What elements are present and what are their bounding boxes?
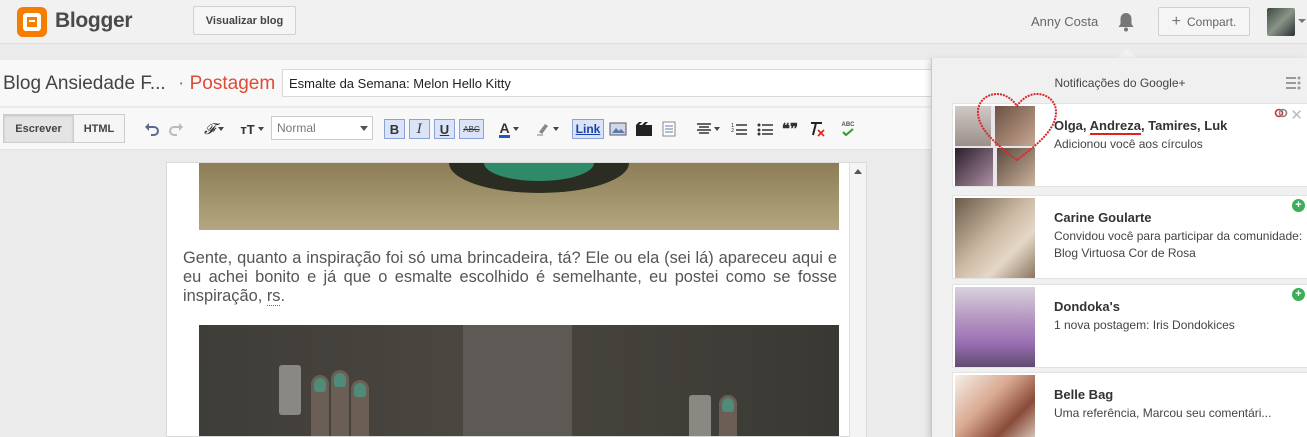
avatar[interactable] xyxy=(1267,8,1295,36)
nail-photo-bottom xyxy=(199,325,839,436)
insert-video-icon[interactable] xyxy=(635,119,653,139)
chevron-down-icon[interactable] xyxy=(1298,19,1306,23)
font-size-button[interactable]: тT xyxy=(236,119,268,139)
notification-name: Belle Bag xyxy=(1054,387,1114,402)
add-circle-icon[interactable]: + xyxy=(1292,199,1305,212)
heart-frame-icon xyxy=(976,92,1058,162)
blogger-logo-icon[interactable] xyxy=(17,7,47,37)
top-bar: Blogger Visualizar blog Anny Costa + Com… xyxy=(0,0,1307,44)
insert-image-icon[interactable] xyxy=(609,119,627,139)
bell-icon[interactable] xyxy=(1117,12,1135,32)
bold-button[interactable]: B xyxy=(384,119,405,139)
post-title-input[interactable] xyxy=(282,69,1002,97)
misspelled-word[interactable]: rs xyxy=(266,287,281,306)
notification-thumbnail xyxy=(955,198,1035,278)
text-color-button[interactable]: A xyxy=(494,119,524,139)
panel-pointer xyxy=(1117,48,1137,58)
font-icon: 𝓕 xyxy=(203,120,216,138)
notification-body: 1 nova postagem: Iris Dondokices xyxy=(1054,318,1235,332)
breadcrumb-separator: · xyxy=(178,73,185,94)
notification-thumbnail xyxy=(955,375,1035,437)
redo-icon[interactable] xyxy=(168,119,184,139)
jump-break-icon[interactable] xyxy=(661,119,677,139)
settings-list-icon[interactable] xyxy=(1286,76,1302,90)
user-name[interactable]: Anny Costa xyxy=(1031,14,1098,29)
link-button[interactable]: Link xyxy=(572,119,604,139)
notification-item[interactable]: Belle Bag Uma referência, Marcou seu com… xyxy=(952,372,1307,437)
quote-icon[interactable]: ❝❞ xyxy=(782,119,798,139)
notification-name: Carine Goularte xyxy=(1054,210,1152,225)
blog-name[interactable]: Blog Ansiedade F... xyxy=(3,73,166,95)
section-label: Postagem xyxy=(189,73,276,94)
breadcrumb-postagem: · Postagem xyxy=(178,73,275,95)
font-format-select[interactable]: Normal xyxy=(271,116,373,140)
notification-item[interactable]: Dondoka's 1 nova postagem: Iris Dondokic… xyxy=(952,284,1307,368)
close-icon[interactable]: ✕ xyxy=(1290,106,1303,124)
alignment-button[interactable] xyxy=(693,119,723,139)
plus-icon: + xyxy=(1171,12,1181,30)
remove-formatting-icon[interactable] xyxy=(808,119,826,139)
blogger-editor: Blogger Visualizar blog Anny Costa + Com… xyxy=(0,0,1307,437)
notifications-panel: Notificações do Google+ Olga, Andreza, T… xyxy=(931,58,1307,437)
highlighter-icon xyxy=(536,124,548,136)
highlight-color-button[interactable] xyxy=(532,119,562,139)
notification-body: Adicionou você aos círculos xyxy=(1054,137,1203,151)
write-mode-button[interactable]: Escrever xyxy=(3,114,74,143)
view-blog-button[interactable]: Visualizar blog xyxy=(193,6,296,35)
font-family-button[interactable]: 𝓕 xyxy=(198,119,230,139)
editor-scrollbar[interactable] xyxy=(849,163,866,437)
numbered-list-icon[interactable]: 12 xyxy=(731,119,747,139)
font-size-icon: тT xyxy=(240,121,255,137)
notification-thumbnail xyxy=(955,92,1058,186)
notification-thumbnail xyxy=(955,287,1035,367)
link-icon[interactable] xyxy=(1274,107,1288,119)
name-part-highlight: Andreza xyxy=(1089,118,1141,135)
add-circle-icon[interactable]: + xyxy=(1292,288,1305,301)
notification-item[interactable]: Carine Goularte Convidou você para parti… xyxy=(952,195,1307,279)
share-label: Compart. xyxy=(1186,14,1237,29)
notifications-title: Notificações do Google+ xyxy=(1054,76,1186,90)
scroll-up-icon[interactable] xyxy=(854,169,862,174)
notification-body: Uma referência, Marcou seu comentári... xyxy=(1054,406,1272,420)
body-text-end: . xyxy=(280,287,286,305)
share-button[interactable]: + Compart. xyxy=(1158,7,1250,36)
name-part: , Tamires, Luk xyxy=(1140,118,1228,133)
text-color-icon: A xyxy=(499,119,510,138)
align-icon xyxy=(696,123,711,134)
post-body-paragraph[interactable]: Gente, quanto a inspiração foi só uma br… xyxy=(183,249,837,306)
undo-icon[interactable] xyxy=(144,119,160,139)
notification-name: Dondoka's xyxy=(1054,299,1120,314)
bulleted-list-icon[interactable] xyxy=(757,119,773,139)
notification-name: Olga, Andreza, Tamires, Luk xyxy=(1054,118,1228,135)
italic-button[interactable]: I xyxy=(409,119,430,139)
notification-body: Convidou você para participar da comunid… xyxy=(1054,229,1303,260)
name-part: Olga, xyxy=(1054,118,1090,133)
html-mode-button[interactable]: HTML xyxy=(73,114,125,143)
nail-photo-top xyxy=(199,163,839,230)
brand-name[interactable]: Blogger xyxy=(55,9,133,33)
checkmark-icon xyxy=(842,128,854,136)
underline-button[interactable]: U xyxy=(434,119,455,139)
spell-check-button[interactable]: ABC xyxy=(838,119,858,139)
strikethrough-button[interactable]: ABC xyxy=(459,119,484,139)
post-editor[interactable]: Gente, quanto a inspiração foi só uma br… xyxy=(166,162,867,437)
svg-text:2: 2 xyxy=(731,128,734,134)
notification-item[interactable]: Olga, Andreza, Tamires, Luk Adicionou vo… xyxy=(952,92,1307,187)
